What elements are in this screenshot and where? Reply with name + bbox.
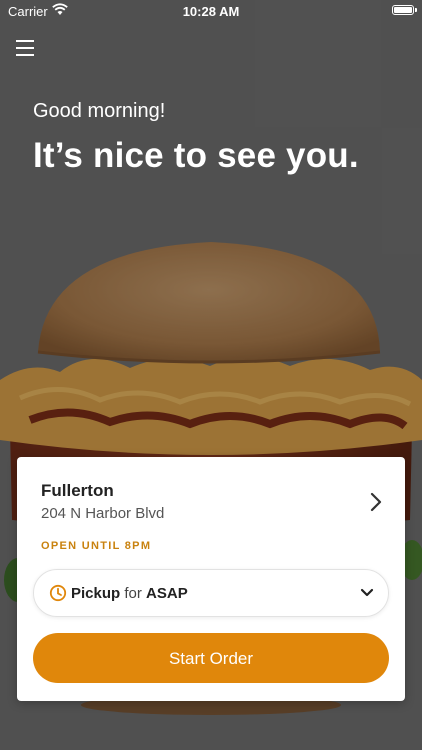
clock-icon [49, 584, 67, 602]
order-connector: for [124, 585, 142, 602]
greeting-text: Good morning! [33, 100, 166, 122]
chevron-right-icon[interactable] [369, 491, 383, 513]
hamburger-menu-icon[interactable] [16, 40, 34, 56]
start-order-button[interactable]: Start Order [33, 633, 389, 683]
store-hours-status: OPEN UNTIL 8PM [41, 540, 152, 552]
store-card: Fullerton 204 N Harbor Blvd OPEN UNTIL 8… [17, 457, 405, 701]
chevron-down-icon [360, 588, 374, 597]
battery-icon [392, 5, 417, 15]
order-method-text: Pickup for ASAP [71, 585, 188, 602]
store-address: 204 N Harbor Blvd [41, 505, 165, 522]
clock-time: 10:28 AM [182, 4, 240, 19]
store-name: Fullerton [41, 481, 114, 500]
status-bar: Carrier 10:28 AM [0, 0, 422, 22]
order-time: ASAP [146, 585, 188, 602]
order-mode: Pickup [71, 585, 121, 602]
headline-text: It’s nice to see you. [33, 136, 359, 175]
order-method-selector[interactable]: Pickup for ASAP [33, 569, 389, 617]
